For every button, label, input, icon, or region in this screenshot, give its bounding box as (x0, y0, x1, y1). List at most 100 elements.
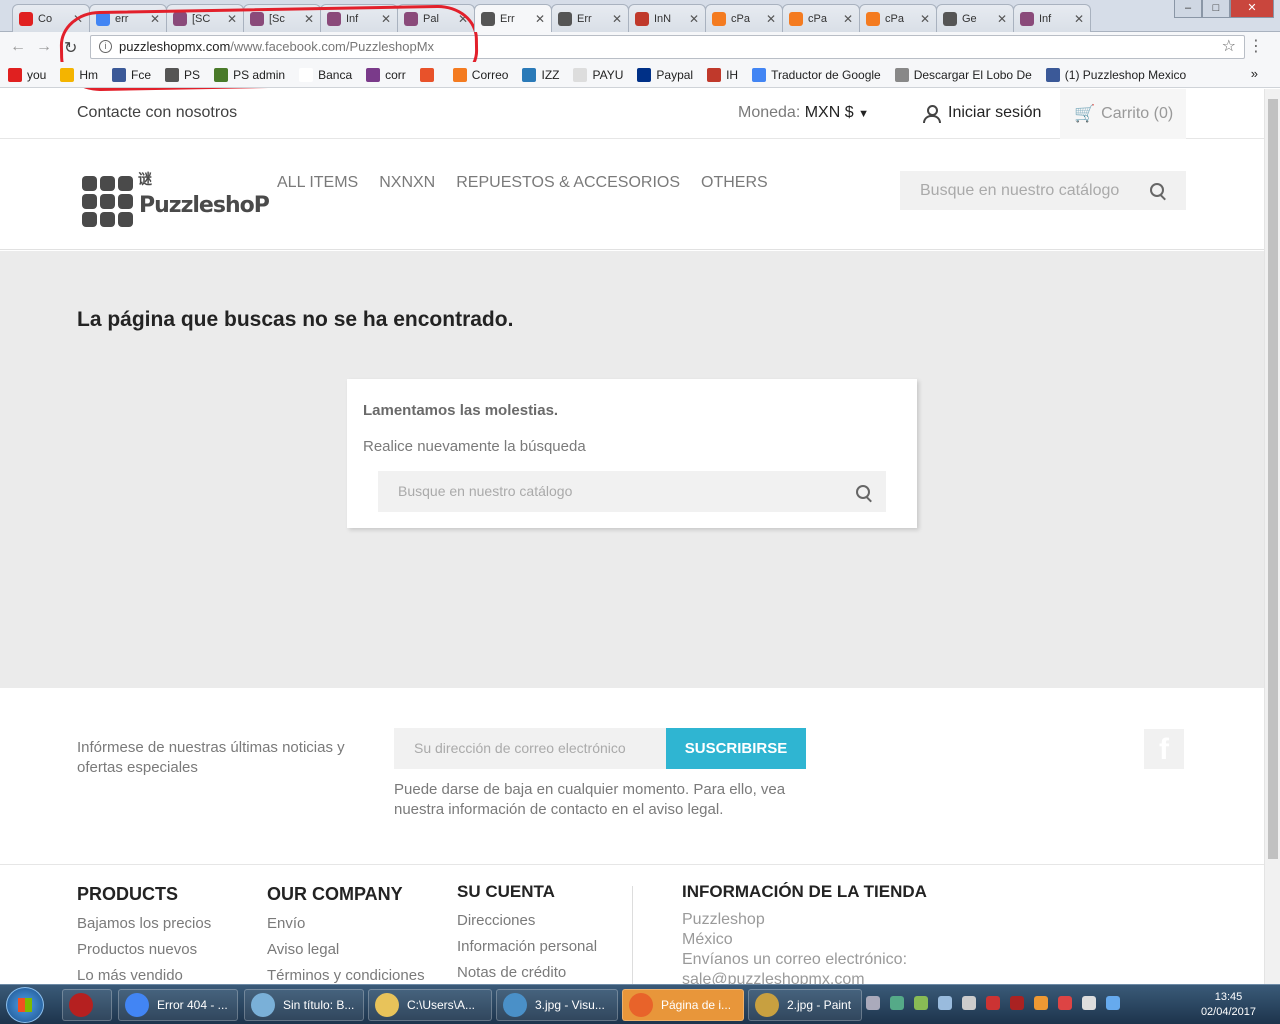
tab-close-icon[interactable]: ✕ (535, 12, 545, 26)
tab-close-icon[interactable]: ✕ (997, 12, 1007, 26)
footer-link[interactable]: Lo más vendido (77, 963, 211, 984)
search-icon[interactable] (856, 485, 872, 501)
subscribe-button[interactable]: SUSCRIBIRSE (666, 728, 806, 769)
close-window-icon[interactable]: ✕ (1230, 0, 1274, 18)
volume-icon[interactable] (962, 996, 976, 1010)
store-email-link[interactable]: sale@puzzleshopmx.com (682, 970, 927, 984)
footer-link[interactable]: Bajamos los precios (77, 911, 211, 937)
bookmark-item[interactable]: corr (366, 67, 406, 82)
footer-link[interactable]: Notas de crédito (457, 960, 597, 984)
contact-link[interactable]: Contacte con nosotros (77, 104, 237, 122)
bookmark-item[interactable]: Correo (452, 67, 508, 82)
browser-tab[interactable]: Inf ✕ (1013, 4, 1091, 32)
bookmark-item[interactable]: Fce (112, 67, 151, 82)
start-button[interactable] (6, 987, 44, 1023)
browser-tab[interactable]: [SC ✕ (166, 4, 244, 32)
menu-item[interactable]: REPUESTOS & ACCESORIOS (456, 174, 680, 192)
site-logo[interactable]: 谜 PuzzleshoP (82, 171, 270, 227)
tray-icon[interactable] (890, 996, 904, 1010)
tray-icon[interactable] (1058, 996, 1072, 1010)
address-bar[interactable]: i puzzleshopmx.com/www.facebook.com/Puzz… (90, 35, 1245, 59)
browser-tab[interactable]: Pal ✕ (397, 4, 475, 32)
browser-tab[interactable]: cPa ✕ (782, 4, 860, 32)
tab-close-icon[interactable]: ✕ (843, 12, 853, 26)
browser-tab[interactable]: InN ✕ (628, 4, 706, 32)
browser-tab[interactable]: cPa ✕ (859, 4, 937, 32)
bookmark-item[interactable]: Traductor de Google (752, 67, 881, 82)
scrollbar-thumb[interactable] (1268, 99, 1278, 859)
tab-close-icon[interactable]: ✕ (920, 12, 930, 26)
browser-tab[interactable]: Co ✕ (12, 4, 90, 32)
tab-close-icon[interactable]: ✕ (304, 12, 314, 26)
bookmark-item[interactable]: Banca (299, 67, 352, 82)
tray-icon[interactable] (914, 996, 928, 1010)
bookmark-item[interactable]: IH (707, 67, 738, 82)
tab-close-icon[interactable]: ✕ (227, 12, 237, 26)
footer-link[interactable]: Aviso legal (267, 937, 425, 963)
menu-item[interactable]: OTHERS (701, 174, 768, 192)
browser-menu-icon[interactable]: ⋮ (1248, 36, 1264, 56)
minimize-icon[interactable]: – (1174, 0, 1202, 18)
back-arrow-icon[interactable]: ← (10, 38, 26, 56)
browser-tab[interactable]: err ✕ (89, 4, 167, 32)
bookmarks-overflow-icon[interactable]: » (1251, 66, 1258, 81)
tab-close-icon[interactable]: ✕ (689, 12, 699, 26)
reload-icon[interactable]: ↻ (64, 38, 77, 58)
tray-icon[interactable] (1106, 996, 1120, 1010)
browser-tab[interactable]: Err ✕ (474, 4, 552, 32)
footer-link[interactable]: Información personal (457, 934, 597, 960)
tab-close-icon[interactable]: ✕ (1074, 12, 1084, 26)
bookmark-item[interactable]: Paypal (637, 67, 693, 82)
site-info-icon[interactable]: i (99, 40, 112, 53)
login-link[interactable]: Iniciar sesión (922, 104, 1041, 123)
browser-tab[interactable]: [Sc ✕ (243, 4, 321, 32)
currency-selector[interactable]: Moneda: MXN $ ▼ (738, 104, 869, 122)
taskbar-app[interactable]: 2.jpg - Paint (748, 989, 862, 1021)
browser-tab[interactable]: Ge ✕ (936, 4, 1014, 32)
header-search-input[interactable]: Busque en nuestro catálogo (900, 171, 1186, 210)
taskbar-app[interactable]: 3.jpg - Visu... (496, 989, 618, 1021)
tray-icon[interactable] (1034, 996, 1048, 1010)
tab-close-icon[interactable]: ✕ (73, 12, 83, 26)
newsletter-email-input[interactable]: Su dirección de correo electrónico (394, 728, 666, 769)
network-icon[interactable] (1082, 996, 1096, 1010)
tray-icon[interactable] (866, 996, 880, 1010)
bookmark-item[interactable]: PS (165, 67, 200, 82)
error-search-input[interactable]: Busque en nuestro catálogo (378, 471, 886, 512)
facebook-icon[interactable]: f (1144, 729, 1184, 769)
tab-close-icon[interactable]: ✕ (766, 12, 776, 26)
tray-icon[interactable] (938, 996, 952, 1010)
taskbar-app[interactable]: Página de i... (622, 989, 744, 1021)
page-scrollbar[interactable] (1264, 89, 1280, 984)
tab-close-icon[interactable]: ✕ (458, 12, 468, 26)
bookmark-item[interactable]: Hm (60, 67, 98, 82)
footer-link[interactable]: Términos y condiciones (267, 963, 425, 984)
taskbar-pinned-app[interactable] (62, 989, 112, 1021)
system-clock[interactable]: 13:45 02/04/2017 (1201, 990, 1256, 1020)
bookmark-star-icon[interactable]: ☆ (1222, 36, 1236, 56)
tray-icon[interactable] (986, 996, 1000, 1010)
taskbar-app[interactable]: Sin título: B... (244, 989, 364, 1021)
footer-link[interactable]: Productos nuevos (77, 937, 211, 963)
bookmark-item[interactable]: (1) Puzzleshop Mexico (1045, 67, 1186, 82)
browser-tab[interactable]: Err ✕ (551, 4, 629, 32)
search-icon[interactable] (1150, 183, 1166, 199)
taskbar-app[interactable]: Error 404 - ... (118, 989, 238, 1021)
maximize-icon[interactable]: □ (1202, 0, 1230, 18)
tab-close-icon[interactable]: ✕ (381, 12, 391, 26)
tray-icon[interactable] (1010, 996, 1024, 1010)
forward-arrow-icon[interactable]: → (36, 38, 52, 56)
bookmark-item[interactable]: PS admin (214, 67, 285, 82)
tab-close-icon[interactable]: ✕ (612, 12, 622, 26)
tab-close-icon[interactable]: ✕ (150, 12, 160, 26)
footer-link[interactable]: Direcciones (457, 908, 597, 934)
bookmark-item[interactable] (419, 67, 439, 82)
menu-item[interactable]: NXNXN (379, 174, 435, 192)
menu-item[interactable]: ALL ITEMS (277, 174, 358, 192)
taskbar-app[interactable]: C:\Users\A... (368, 989, 492, 1021)
footer-link[interactable]: Envío (267, 911, 425, 937)
bookmark-item[interactable]: Descargar El Lobo De (894, 67, 1032, 82)
browser-tab[interactable]: Inf ✕ (320, 4, 398, 32)
bookmark-item[interactable]: PAYU (573, 67, 623, 82)
bookmark-item[interactable]: IZZ (522, 67, 559, 82)
